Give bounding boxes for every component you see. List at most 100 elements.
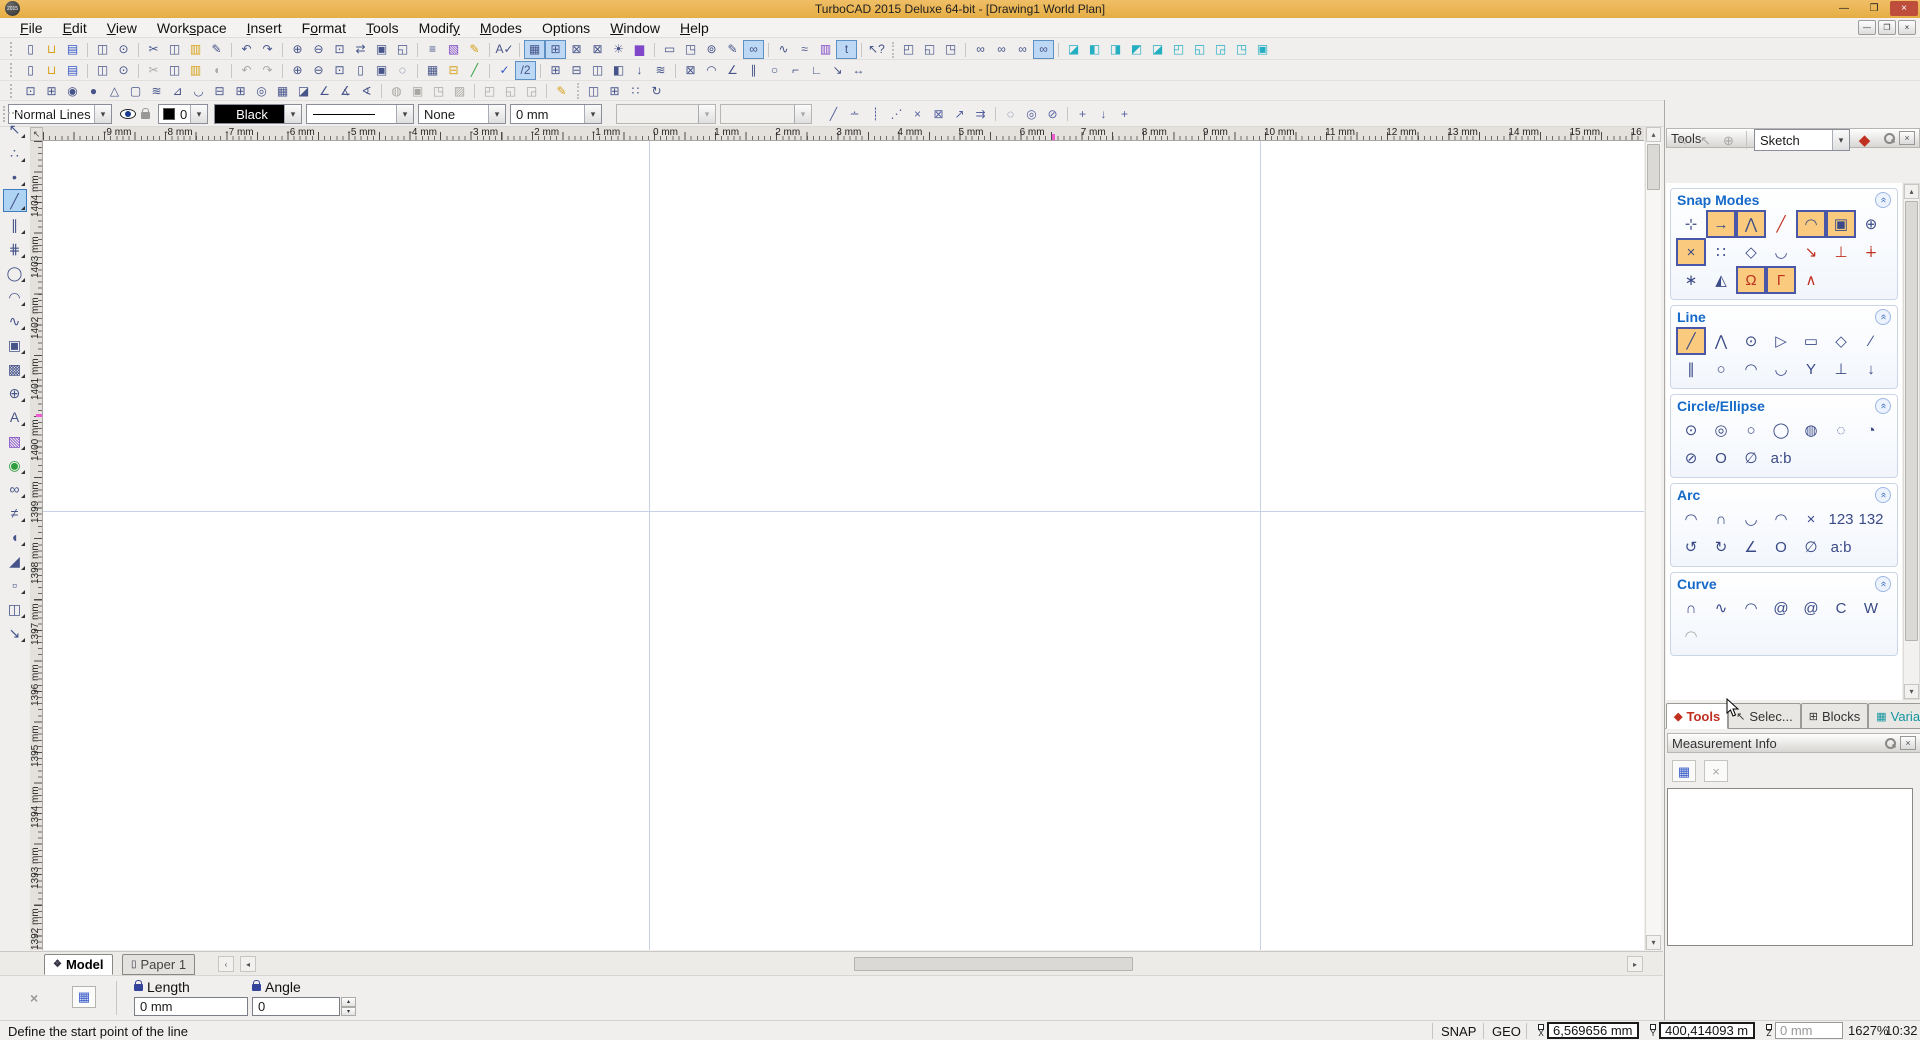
collapse-chevron-icon[interactable]: « xyxy=(1875,398,1891,414)
tb2-validate[interactable]: ✓ xyxy=(489,61,515,80)
horizontal-scroll-thumb[interactable] xyxy=(854,957,1133,971)
tb3-subtract-3d[interactable]: ⊟ xyxy=(209,81,230,100)
line-perpendicular-to-line[interactable]: ⊥ xyxy=(1826,355,1856,383)
tb2-paste-array[interactable]: ⊞ xyxy=(540,61,566,80)
tb1-render-wireframe[interactable]: ∞ xyxy=(965,40,991,59)
lt-box[interactable]: ▣ xyxy=(3,333,27,356)
tb1-copy[interactable]: ◫ xyxy=(164,40,185,59)
tb1-format-painter[interactable]: ✎ xyxy=(206,40,227,59)
psnap-snap-cross-1[interactable]: × xyxy=(907,104,928,123)
circle-circle-2-arcs[interactable]: ◔ xyxy=(1856,416,1886,444)
tb2-stretch[interactable]: ↔ xyxy=(848,61,869,80)
tb2-meet-corner[interactable]: ⌐ xyxy=(785,61,806,80)
tb2-cut-2[interactable]: ✂ xyxy=(138,61,164,80)
lt-point-line[interactable]: ∴ xyxy=(3,141,27,164)
tb2-paste-special[interactable]: ▥ xyxy=(185,61,206,80)
layer-lock-icon[interactable] xyxy=(141,108,150,119)
tb3-sphere-3d[interactable]: ● xyxy=(83,81,104,100)
tb2-new-drawing[interactable]: ▯ xyxy=(20,61,41,80)
hatch-combo[interactable]: None ▾ xyxy=(418,104,506,124)
snap-snap-terrain[interactable]: ◭ xyxy=(1706,266,1736,294)
menu-modify[interactable]: Modify xyxy=(409,20,470,36)
tb1-no-ucs[interactable]: ⊠ xyxy=(566,40,587,59)
tb1-undo[interactable]: ↶ xyxy=(231,40,257,59)
tb2-find[interactable]: ◌ xyxy=(392,61,413,80)
tb2-node-edit[interactable]: ○ xyxy=(764,61,785,80)
circle-ellipse-fixed-ratio[interactable]: a:b xyxy=(1766,444,1796,472)
arc-arc-3-point[interactable]: ◠ xyxy=(1766,505,1796,533)
palette-scroll-thumb[interactable] xyxy=(1905,201,1918,641)
hscroll-right-icon[interactable]: ▸ xyxy=(1627,956,1643,972)
tb1-view-front[interactable]: ◨ xyxy=(1105,40,1126,59)
psnap-coord-cross[interactable]: + xyxy=(1114,104,1135,123)
lt-text[interactable]: A xyxy=(3,405,27,428)
tb2-zoom-selection[interactable]: ⊡ xyxy=(329,61,350,80)
angle-lock-icon[interactable] xyxy=(252,979,261,991)
line-polygon-irregular[interactable]: ▷ xyxy=(1766,327,1796,355)
tb3-helix[interactable]: ≋ xyxy=(146,81,167,100)
lt-snap-toggle[interactable]: ◉ xyxy=(3,453,27,476)
scroll-up-icon[interactable]: ▴ xyxy=(1904,184,1919,199)
snap-snap-perpendicular[interactable]: ⊥ xyxy=(1826,238,1856,266)
snap-snap-intersection[interactable]: × xyxy=(1676,238,1706,266)
palicon-world[interactable]: ⊕ xyxy=(1718,131,1739,150)
tb2-t-meet[interactable]: ∟ xyxy=(806,61,827,80)
tb1-view-iso[interactable]: ◪ xyxy=(1058,40,1084,59)
curve-curve-more[interactable]: ◠ xyxy=(1676,622,1706,650)
tb2-shrink[interactable]: ↘ xyxy=(827,61,848,80)
line-rectangle[interactable]: ▭ xyxy=(1796,327,1826,355)
measurement-close-icon[interactable]: × xyxy=(1900,736,1916,750)
length-field[interactable]: 0 mm xyxy=(134,997,248,1016)
lt-picture[interactable]: ▧ xyxy=(3,429,27,452)
minimize-button[interactable]: — xyxy=(1830,1,1858,16)
angle-field[interactable]: 0 xyxy=(252,997,340,1016)
tb1-sketch-draw[interactable]: ✎ xyxy=(722,40,743,59)
psnap-snap-circle-center[interactable]: ◌ xyxy=(995,104,1021,123)
tb3-angle-dim[interactable]: ∢ xyxy=(356,81,377,100)
meas-measurement-table[interactable]: ▦ xyxy=(1672,760,1696,782)
circle-circle-3-point[interactable]: ◯ xyxy=(1766,416,1796,444)
canvas-vertical-scrollbar[interactable]: ▴ ▾ xyxy=(1645,127,1661,950)
tb1-view-right[interactable]: ◩ xyxy=(1126,40,1147,59)
tb1-view-nw[interactable]: ◲ xyxy=(1210,40,1231,59)
menu-window[interactable]: Window xyxy=(600,20,670,36)
lt-multiline[interactable]: ⋕ xyxy=(3,237,27,260)
hscroll-left-icon[interactable]: ◂ xyxy=(240,956,256,972)
line-tangent-two-arcs[interactable]: Y xyxy=(1796,355,1826,383)
tb1-save[interactable]: ▤ xyxy=(62,40,83,59)
tb1-print-preview[interactable]: ⊙ xyxy=(113,40,134,59)
tb1-chart-bars[interactable]: ▆ xyxy=(629,40,650,59)
tb1-view-sw[interactable]: ▣ xyxy=(1252,40,1273,59)
tb3-stack[interactable]: ◫ xyxy=(577,81,604,100)
tb3-facet-2[interactable]: ◱ xyxy=(500,81,521,100)
vertical-scroll-thumb[interactable] xyxy=(1647,144,1660,190)
menu-options[interactable]: Options xyxy=(532,20,600,36)
tb3-cube-render-1[interactable]: ▣ xyxy=(407,81,428,100)
lt-knife[interactable]: ◢ xyxy=(3,549,27,572)
visibility-eye-icon[interactable] xyxy=(120,109,136,119)
tb1-new[interactable]: ▯ xyxy=(20,40,41,59)
tb2-undo-2[interactable]: ↶ xyxy=(231,61,257,80)
angle-stepper[interactable]: ▴ ▾ xyxy=(341,997,356,1016)
tb3-facet-3[interactable]: ◲ xyxy=(521,81,542,100)
lt-point[interactable]: • xyxy=(3,165,27,188)
circle-ellipse[interactable]: O xyxy=(1706,444,1736,472)
menu-edit[interactable]: Edit xyxy=(53,20,97,36)
tb2-align-center[interactable]: ◫ xyxy=(587,61,608,80)
lt-transform[interactable]: ↘ xyxy=(3,621,27,644)
tb1-redo[interactable]: ↷ xyxy=(257,40,278,59)
tb2-print-preview-2[interactable]: ⊙ xyxy=(113,61,134,80)
tb3-cone-3d[interactable]: △ xyxy=(104,81,125,100)
tb1-insert-picture[interactable]: ▧ xyxy=(443,40,464,59)
tb1-full-view[interactable]: ◱ xyxy=(392,40,413,59)
tb2-view-cube[interactable]: ▣ xyxy=(371,61,392,80)
menu-workspace[interactable]: Workspace xyxy=(147,20,237,36)
snap-snap-quadrant-3d[interactable]: ▣ xyxy=(1826,210,1856,238)
collapse-chevron-icon[interactable]: « xyxy=(1875,487,1891,503)
meas-measurement-clear[interactable]: × xyxy=(1704,760,1728,782)
mdi-close-button[interactable]: × xyxy=(1898,20,1916,35)
arc-arc-fixed-ratio[interactable]: a:b xyxy=(1826,533,1856,561)
width-combo[interactable]: 0 mm ▾ xyxy=(510,104,602,124)
psnap-snap-divide-seg[interactable]: ┊ xyxy=(865,104,886,123)
tb1-edit-bar[interactable]: ▭ xyxy=(654,40,680,59)
